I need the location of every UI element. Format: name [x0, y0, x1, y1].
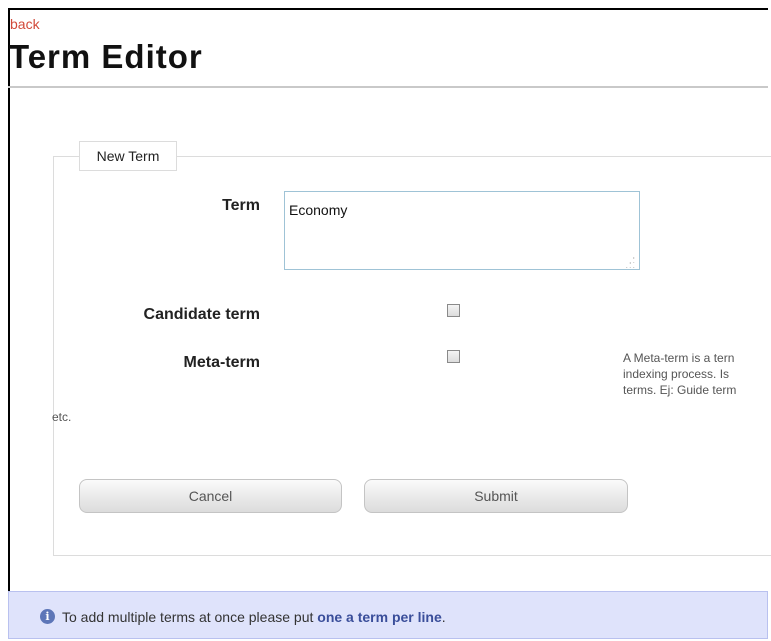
- resize-handle-icon[interactable]: ..:.:.: [622, 251, 636, 270]
- fieldset-legend: New Term: [79, 141, 177, 171]
- info-text-prefix: To add multiple terms at once please put: [62, 609, 318, 625]
- info-icon: i: [40, 609, 55, 624]
- page-title: Term Editor: [9, 38, 203, 75]
- meta-help-line-2: indexing process. Is: [623, 367, 730, 381]
- candidate-term-label: Candidate term: [143, 306, 260, 323]
- info-text-emphasis: one a term per line: [317, 609, 442, 625]
- term-textarea[interactable]: Economy: [284, 191, 640, 270]
- info-message: To add multiple terms at once please put…: [62, 609, 446, 625]
- meta-help-line-3: terms. Ej: Guide term: [623, 383, 737, 397]
- candidate-term-checkbox[interactable]: [447, 304, 460, 317]
- term-label: Term: [222, 197, 260, 214]
- meta-help-line-1: A Meta-term is a tern: [623, 351, 735, 365]
- meta-term-help: A Meta-term is a tern indexing process. …: [623, 350, 771, 398]
- title-divider: [8, 86, 768, 88]
- meta-term-checkbox[interactable]: [447, 350, 460, 363]
- meta-term-label: Meta-term: [183, 354, 260, 371]
- cancel-button[interactable]: Cancel: [79, 479, 342, 513]
- info-text-suffix: .: [441, 609, 446, 625]
- back-link[interactable]: back: [10, 16, 40, 32]
- meta-help-etc: etc.: [52, 410, 72, 424]
- submit-button[interactable]: Submit: [364, 479, 628, 513]
